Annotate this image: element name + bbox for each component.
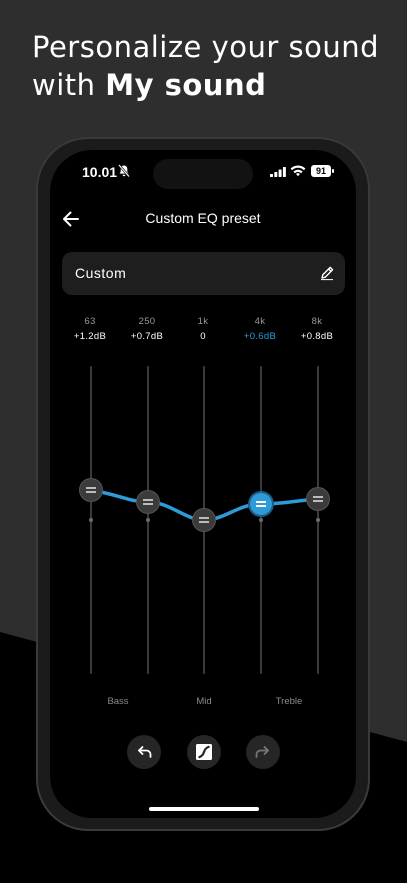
headline-line2: with My sound — [32, 66, 379, 104]
headline-bold: My sound — [105, 68, 267, 102]
zone-treble-label: Treble — [275, 696, 303, 707]
reset-button[interactable] — [187, 735, 221, 769]
undo-button[interactable] — [127, 735, 161, 769]
redo-button[interactable] — [246, 735, 280, 769]
phone-screen: 10.01 91 Custom EQ preset Custom 63 +1.2… — [50, 150, 356, 818]
band-250-knob[interactable] — [137, 491, 159, 513]
sennheiser-logo-icon — [196, 744, 212, 760]
zone-mid-label: Mid — [196, 696, 212, 707]
zone-bass-label: Bass — [107, 696, 129, 707]
band-63-knob[interactable] — [80, 479, 102, 501]
undo-icon — [138, 746, 152, 758]
band-1k-knob[interactable] — [193, 509, 215, 531]
headline: Personalize your sound with My sound — [32, 28, 379, 104]
redo-icon — [255, 746, 269, 758]
band-4k-knob[interactable] — [250, 493, 272, 515]
band-8k-knob[interactable] — [307, 488, 329, 510]
headline-line1: Personalize your sound — [32, 30, 380, 64]
home-indicator[interactable] — [149, 807, 259, 811]
headline-prefix: with — [32, 68, 106, 102]
